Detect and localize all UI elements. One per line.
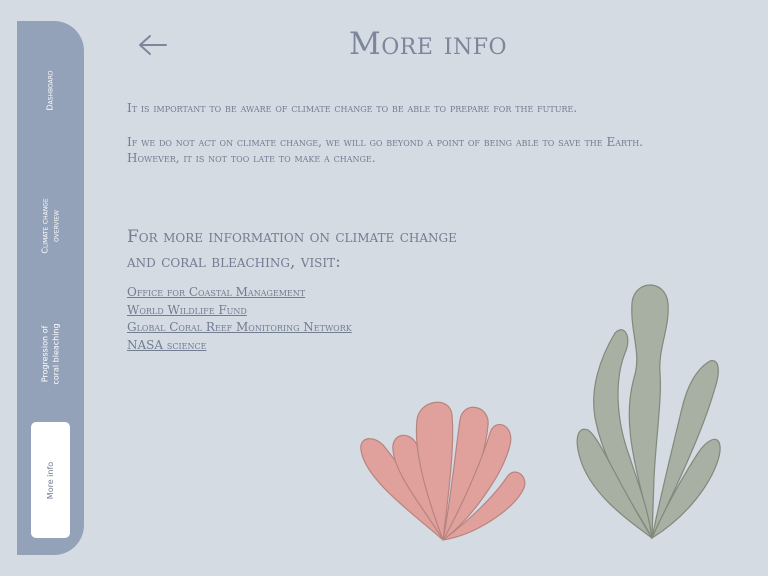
sidebar-item-label: Climate change overview — [40, 198, 61, 254]
sidebar: Dashboard Climate change overview Progre… — [17, 21, 84, 555]
more-info-subheading: For more information on climate change a… — [127, 225, 527, 275]
subheading-line-1: For more information on climate change — [127, 227, 457, 247]
info-paragraph-2: If we do not act on climate change, we w… — [127, 134, 707, 166]
resource-links: Office for Coastal Management World Wild… — [127, 284, 352, 354]
coral-icon — [360, 401, 526, 541]
link-global-coral-reef-monitoring-network[interactable]: Global Coral Reef Monitoring Network — [127, 319, 352, 337]
info-paragraph-2-line-1: If we do not act on climate change, we w… — [127, 135, 643, 149]
sidebar-item-climate-change-overview[interactable]: Climate change overview — [17, 171, 84, 281]
seaweed-icon — [576, 284, 721, 540]
sidebar-item-more-info[interactable]: More info — [31, 422, 70, 538]
sidebar-item-label: Progression of coral bleaching — [40, 323, 61, 385]
sidebar-item-dashboard[interactable]: Dashboard — [17, 41, 84, 139]
subheading-line-2: and coral bleaching, visit: — [127, 252, 341, 272]
page-title: More info — [349, 26, 507, 62]
sidebar-item-label: Dashboard — [45, 69, 55, 111]
info-paragraph-2-line-2: However, it is not too late to make a ch… — [127, 151, 376, 165]
link-world-wildlife-fund[interactable]: World Wildlife Fund — [127, 302, 352, 320]
info-paragraph-1: It is important to be aware of climate c… — [127, 101, 578, 115]
arrow-left-icon — [139, 35, 167, 55]
link-nasa-science[interactable]: NASA science — [127, 337, 352, 355]
sidebar-item-label: More info — [45, 461, 55, 499]
back-button[interactable] — [136, 30, 170, 60]
sidebar-item-progression-of-coral-bleaching[interactable]: Progression of coral bleaching — [17, 299, 84, 409]
link-office-for-coastal-management[interactable]: Office for Coastal Management — [127, 284, 352, 302]
